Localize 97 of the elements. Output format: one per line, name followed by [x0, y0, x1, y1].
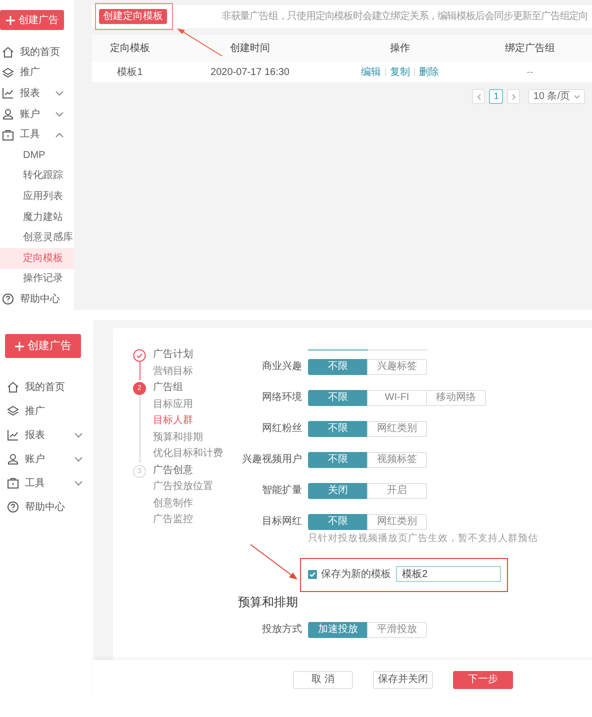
- sidebar-item[interactable]: 账户: [0, 104, 74, 124]
- chart-icon: [7, 429, 19, 441]
- option-button[interactable]: 不限: [308, 390, 368, 406]
- column-header: 定向模板: [110, 42, 150, 56]
- page-button[interactable]: 1: [489, 89, 504, 104]
- column-header: 绑定广告组: [505, 42, 555, 56]
- chart-icon: [2, 87, 14, 100]
- field-label: 网络环境: [261, 390, 302, 405]
- chevron-left-icon: [476, 94, 481, 100]
- step-title: 广告组: [153, 380, 184, 395]
- sidebar-item[interactable]: 工具: [0, 471, 93, 495]
- create-template-button[interactable]: 创建定向模板: [99, 9, 167, 24]
- layers-icon: [2, 66, 14, 79]
- option-button[interactable]: 网红类别: [367, 420, 427, 436]
- sidebar-item[interactable]: 我的首页: [0, 42, 74, 63]
- step-title: 广告计划: [153, 348, 193, 362]
- checkbox[interactable]: [308, 570, 317, 578]
- sidebar-subitem[interactable]: 创意灵感库: [0, 227, 74, 248]
- step-link[interactable]: 广告投放位置: [153, 479, 213, 496]
- option-button[interactable]: 网红类别: [367, 514, 427, 530]
- sidebar-item[interactable]: 工具: [0, 124, 74, 145]
- template-name-field[interactable]: 模板2: [396, 566, 501, 582]
- next-page-button[interactable]: [507, 89, 520, 104]
- field-label: 投放方式: [261, 622, 302, 637]
- annotation-arrow: [250, 544, 298, 580]
- toolbox-icon: [7, 477, 19, 489]
- step-link[interactable]: 创意制作: [153, 496, 213, 512]
- option-button[interactable]: 平滑投放: [367, 622, 427, 638]
- option-button[interactable]: 视频标签: [367, 452, 427, 468]
- sidebar-subitem[interactable]: 应用列表: [0, 186, 74, 207]
- sidebar-subitem[interactable]: 定向模板: [0, 248, 74, 269]
- table-cell-text: 模板1: [117, 66, 143, 80]
- section-heading: 预算和排期: [238, 594, 299, 611]
- help-icon: [7, 501, 19, 513]
- step-link[interactable]: 营销目标: [153, 364, 193, 380]
- option-button[interactable]: 不限: [308, 514, 368, 530]
- help-icon: [2, 293, 14, 306]
- option-button[interactable]: 移动网络: [426, 390, 486, 406]
- home-icon: [2, 46, 14, 58]
- caret-icon: [574, 94, 580, 98]
- home-icon: [7, 381, 19, 393]
- field-label: 网红粉丝: [261, 422, 302, 436]
- footer-button[interactable]: 保存并关闭: [373, 671, 433, 689]
- sidebar-subitem[interactable]: 转化跟踪: [0, 166, 74, 186]
- sidebar-item[interactable]: 账户: [0, 447, 93, 471]
- footer-button[interactable]: 下一步: [453, 671, 513, 689]
- column-header: 操作: [390, 42, 410, 56]
- step-link[interactable]: 目标应用: [153, 396, 223, 413]
- field-label: 智能扩量: [261, 484, 302, 498]
- field-label: 目标网红: [261, 514, 302, 529]
- plus-icon: [14, 342, 24, 350]
- plus-icon: [6, 16, 14, 24]
- chevron-right-icon: [512, 94, 516, 100]
- action-link[interactable]: 编辑: [361, 64, 381, 80]
- step-link[interactable]: 广告监控: [153, 512, 213, 528]
- sidebar-item[interactable]: 我的首页: [0, 375, 93, 399]
- sidebar-subitem[interactable]: 魔力建站: [0, 206, 74, 228]
- column-header: 创建时间: [230, 42, 270, 56]
- step-link[interactable]: 目标人群: [153, 413, 223, 430]
- sidebar-subitem[interactable]: DMP: [0, 144, 74, 166]
- step-title: 广告创意: [153, 464, 194, 478]
- action-link[interactable]: 复制: [390, 64, 410, 80]
- previous-page-button[interactable]: [472, 89, 486, 104]
- field-label: 兴趣视频用户: [241, 452, 302, 467]
- sidebar-subitem[interactable]: 操作记录: [0, 268, 74, 290]
- sidebar-item[interactable]: 帮助中心: [0, 289, 74, 310]
- annotation-arrow: [176, 28, 224, 58]
- field-label: 商业兴趣: [261, 360, 302, 374]
- sidebar-item[interactable]: 帮助中心: [0, 495, 93, 519]
- sidebar-item[interactable]: 报表: [0, 83, 74, 104]
- option-button[interactable]: 开启: [367, 482, 427, 498]
- action-link[interactable]: 删除: [419, 64, 439, 80]
- create-ad-button[interactable]: 创建广告: [0, 10, 64, 30]
- hint-text: 只针对投放视频播放页广告生效，暂不支持人群预估: [308, 533, 539, 545]
- step-link[interactable]: 预算和排期: [153, 430, 223, 446]
- create-ad-button[interactable]: 创建广告: [5, 334, 81, 358]
- option-button[interactable]: 兴趣标签: [367, 358, 427, 374]
- option-button[interactable]: 加速投放: [308, 622, 368, 638]
- option-button[interactable]: 关闭: [308, 482, 368, 498]
- toolbox-icon: [2, 128, 14, 141]
- notice-text: 非获量广告组，只使用定向模板时会建立绑定关系，编辑模板后会同步更新至广告组定向: [221, 12, 588, 22]
- option-button[interactable]: WI-FI: [367, 390, 427, 406]
- user-icon: [2, 108, 14, 120]
- option-button[interactable]: 不限: [308, 420, 368, 436]
- footer-button[interactable]: 取 消: [293, 671, 353, 689]
- user-icon: [7, 453, 19, 465]
- table-cell-text: 2020-07-17 16:30: [210, 66, 290, 80]
- step-link[interactable]: 优化目标和计费: [153, 446, 223, 462]
- sidebar-item[interactable]: 推广: [0, 62, 74, 84]
- sidebar-item[interactable]: 推广: [0, 399, 93, 423]
- checkbox-label: 保存为新的模板: [321, 568, 391, 582]
- layers-icon: [7, 405, 19, 417]
- page-size-select[interactable]: 10 条/页: [528, 89, 585, 104]
- option-button[interactable]: 不限: [308, 452, 368, 468]
- sidebar-item[interactable]: 报表: [0, 423, 93, 447]
- table-cell-text: --: [526, 66, 534, 80]
- option-button[interactable]: 不限: [308, 358, 368, 374]
